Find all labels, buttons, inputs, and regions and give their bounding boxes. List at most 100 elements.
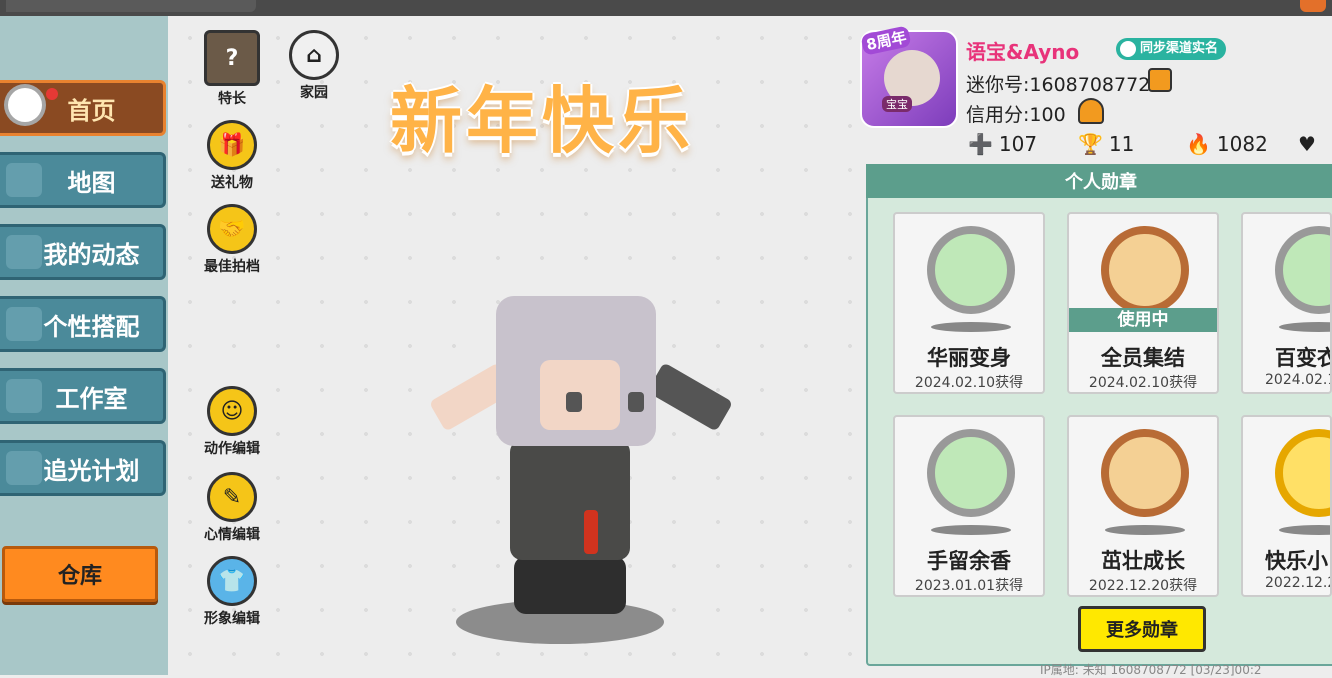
stat-trophies: 🏆 11 — [1078, 132, 1134, 156]
question-icon: ? — [204, 30, 260, 86]
medal-date: 2024.02.10获得 — [1088, 375, 1198, 391]
stat-likes: ♥ — [1298, 132, 1316, 156]
medal-card[interactable]: 手留余香 2023.01.01获得 — [893, 415, 1045, 597]
sidebar-item-feed[interactable]: 我的动态 — [0, 224, 166, 280]
footer-info: IP属地: 未知 1608708772 [03/23]00:2 — [1040, 663, 1262, 677]
handshake-icon: 🤝 — [207, 204, 257, 254]
realname-badge[interactable]: 同步渠道实名 — [1116, 38, 1227, 60]
stat-value: 1082 — [1216, 132, 1268, 156]
notification-dot — [46, 88, 58, 100]
best-partner-button[interactable]: 🤝 最佳拍档 — [192, 204, 272, 276]
character-tassel — [584, 510, 598, 554]
tool-label: 特长 — [218, 91, 246, 107]
copy-icon[interactable] — [1148, 68, 1172, 92]
medal-name: 手留余香 — [927, 549, 1011, 573]
sidebar-item-outfit[interactable]: 个性搭配 — [0, 296, 166, 352]
action-icon: ☺ — [207, 386, 257, 436]
medal-name: 茁壮成长 — [1101, 549, 1185, 573]
sidebar-item-label: 首页 — [67, 96, 116, 125]
avatar-caption: 宝宝 — [882, 96, 912, 112]
spotlight-icon — [6, 451, 42, 485]
stat-value: 107 — [998, 132, 1038, 156]
medal-base — [931, 322, 1011, 332]
medals-title: 个人勋章 — [866, 164, 1332, 198]
sidebar-item-spotlight[interactable]: 追光计划 — [0, 440, 166, 496]
medal-icon — [1275, 429, 1330, 517]
credit-score: 信用分:100 — [966, 104, 1066, 126]
medal-icon — [927, 226, 1015, 314]
stat-items: ➕ 107 — [968, 132, 1037, 156]
nickname: 语宝&Ayno — [966, 40, 1080, 64]
tool-label: 送礼物 — [211, 175, 253, 191]
studio-icon — [6, 379, 42, 413]
mini-id: 迷你号:1608708772 — [966, 74, 1151, 96]
plus-icon: ➕ — [968, 132, 993, 156]
gift-icon: 🎁 — [207, 120, 257, 170]
medal-base — [1279, 525, 1330, 535]
talent-button[interactable]: ? 特长 — [192, 30, 272, 108]
stat-popularity: 🔥 1082 — [1186, 132, 1268, 156]
fire-icon: 🔥 — [1186, 132, 1211, 156]
medal-icon — [1275, 226, 1330, 314]
sidebar-item-label: 我的动态 — [43, 240, 140, 269]
sidebar-item-label: 地图 — [67, 168, 116, 197]
character-body — [510, 440, 630, 560]
top-status-bar — [0, 0, 1332, 16]
close-icon[interactable] — [1300, 0, 1326, 12]
person-icon[interactable] — [1078, 98, 1104, 124]
tool-label: 心情编辑 — [204, 527, 260, 543]
medal-name: 华丽变身 — [927, 346, 1011, 370]
character-eye — [566, 392, 582, 412]
medal-card[interactable]: 茁壮成长 2022.12.20获得 — [1067, 415, 1219, 597]
medal-date: 2023.01.01获得 — [914, 578, 1024, 594]
top-left-tab — [6, 0, 256, 12]
medal-icon — [927, 429, 1015, 517]
new-year-banner: 新年快乐 — [390, 79, 695, 163]
medal-date: 2024.02.10获得 — [914, 375, 1024, 391]
character-legs — [514, 556, 626, 614]
appearance-edit-button[interactable]: 👕 形象编辑 — [192, 556, 272, 628]
medal-icon — [1101, 226, 1189, 314]
medal-base — [1279, 322, 1330, 332]
sidebar-item-label: 追光计划 — [43, 456, 140, 485]
home-icon — [4, 84, 46, 126]
map-icon — [6, 163, 42, 197]
edit-icon: ✎ — [207, 472, 257, 522]
action-edit-button[interactable]: ☺ 动作编辑 — [192, 386, 272, 458]
tool-label: 最佳拍档 — [204, 259, 260, 275]
warehouse-button[interactable]: 仓库 — [2, 546, 158, 602]
sidebar-item-map[interactable]: 地图 — [0, 152, 166, 208]
medal-name: 全员集结 — [1101, 346, 1185, 370]
character-eye — [628, 392, 644, 412]
mood-edit-button[interactable]: ✎ 心情编辑 — [192, 472, 272, 544]
tool-label: 家园 — [300, 85, 328, 101]
heart-icon: ♥ — [1298, 132, 1316, 156]
trophy-icon: 🏆 — [1078, 132, 1103, 156]
homeland-button[interactable]: ⌂ 家园 — [274, 30, 354, 102]
medal-card[interactable]: 使用中 全员集结 2024.02.10获得 — [1067, 212, 1219, 394]
outfit-icon — [6, 307, 42, 341]
in-use-badge: 使用中 — [1069, 308, 1217, 332]
medal-date: 2024.02.1 — [1265, 372, 1332, 388]
medal-name: 快乐小 — [1265, 549, 1328, 573]
sidebar-item-studio[interactable]: 工作室 — [0, 368, 166, 424]
bell-icon — [6, 235, 42, 269]
tool-label: 动作编辑 — [204, 441, 260, 457]
medal-card[interactable]: 百变衣 2024.02.1 — [1241, 212, 1332, 394]
medal-base — [1105, 525, 1185, 535]
medal-name: 百变衣 — [1275, 346, 1332, 370]
medal-base — [931, 525, 1011, 535]
more-medals-button[interactable]: 更多勋章 — [1078, 606, 1206, 652]
shirt-icon: 👕 — [207, 556, 257, 606]
sidebar-item-label: 个性搭配 — [43, 312, 140, 341]
medal-icon — [1101, 429, 1189, 517]
house-icon: ⌂ — [289, 30, 339, 80]
sidebar-item-label: 工作室 — [55, 384, 128, 413]
medal-card[interactable]: 快乐小 2022.12.2 — [1241, 415, 1332, 597]
send-gift-button[interactable]: 🎁 送礼物 — [192, 120, 272, 192]
medal-date: 2022.12.2 — [1265, 575, 1332, 591]
stat-value: 11 — [1108, 132, 1135, 156]
medal-card[interactable]: 华丽变身 2024.02.10获得 — [893, 212, 1045, 394]
tool-label: 形象编辑 — [204, 611, 260, 627]
medal-date: 2022.12.20获得 — [1088, 578, 1198, 594]
